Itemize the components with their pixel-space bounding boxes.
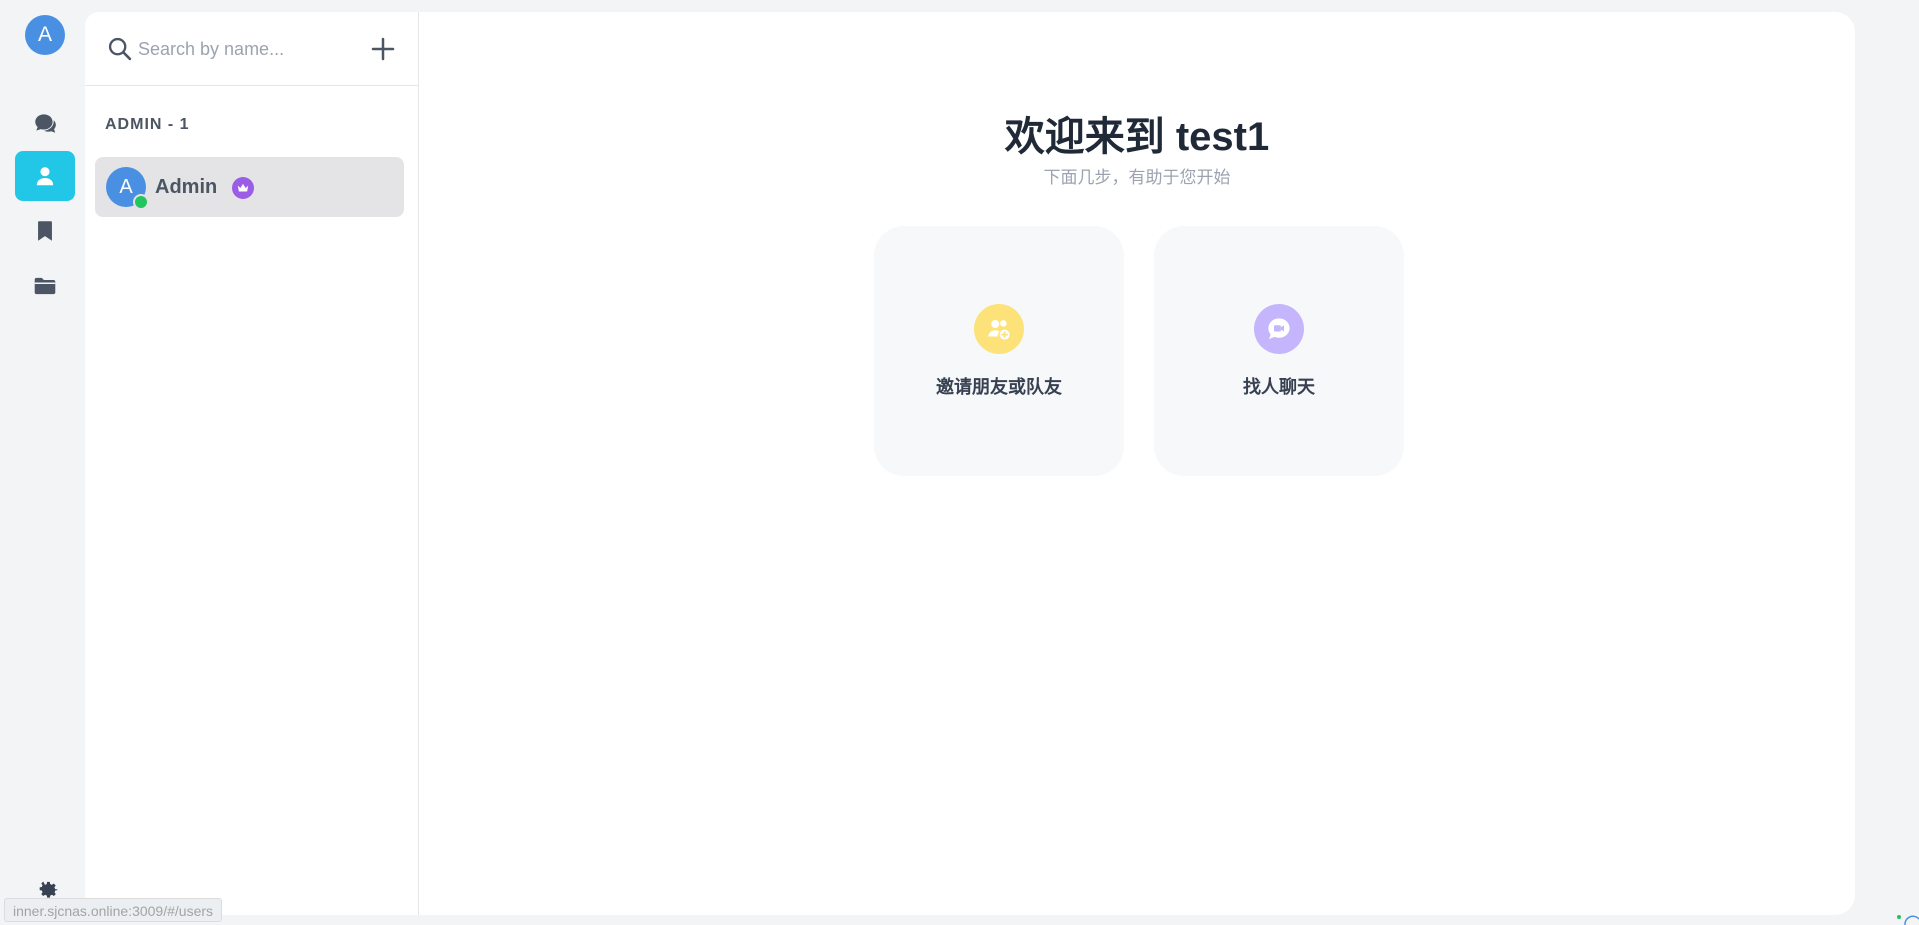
welcome-title: 欢迎来到 test1: [1004, 115, 1270, 159]
status-bar-url: inner.sjcnas.online:3009/#/users: [4, 898, 223, 922]
search-icon: [108, 37, 132, 61]
nav-chats[interactable]: [15, 98, 75, 148]
group-title: ADMIN - 1: [105, 116, 190, 133]
add-icon[interactable]: [368, 34, 398, 64]
video-chat-icon: [1254, 304, 1304, 354]
main-panel: 欢迎来到 test1 下面几步，有助于您开始 邀请朋友或队友 找人聊天: [419, 12, 1855, 915]
chats-icon: [35, 114, 56, 133]
nav-contacts[interactable]: [15, 151, 75, 201]
nav-rail: A: [4, 0, 85, 920]
search-input[interactable]: [138, 34, 383, 64]
contacts-sidebar: ADMIN - 1 A Admin: [85, 12, 419, 915]
nav-files[interactable]: [15, 261, 75, 311]
folder-icon: [34, 277, 56, 295]
contact-name: Admin: [155, 176, 218, 198]
find-chat-card[interactable]: 找人聊天: [1154, 226, 1404, 476]
invite-users-icon: [974, 304, 1024, 354]
corner-icon: [1897, 915, 1919, 925]
search-bar: [85, 12, 419, 86]
online-status-dot: [133, 194, 149, 210]
invite-card-label: 邀请朋友或队友: [936, 377, 1062, 397]
contact-row-admin[interactable]: A Admin: [95, 157, 404, 217]
nav-bookmarks[interactable]: [15, 206, 75, 256]
find-chat-card-label: 找人聊天: [1243, 377, 1315, 397]
bookmark-icon: [38, 221, 52, 241]
contacts-icon: [36, 167, 54, 186]
invite-card[interactable]: 邀请朋友或队友: [874, 226, 1124, 476]
current-user-avatar[interactable]: A: [25, 15, 65, 55]
crown-icon: [232, 177, 254, 199]
welcome-subtitle: 下面几步，有助于您开始: [1043, 168, 1231, 187]
